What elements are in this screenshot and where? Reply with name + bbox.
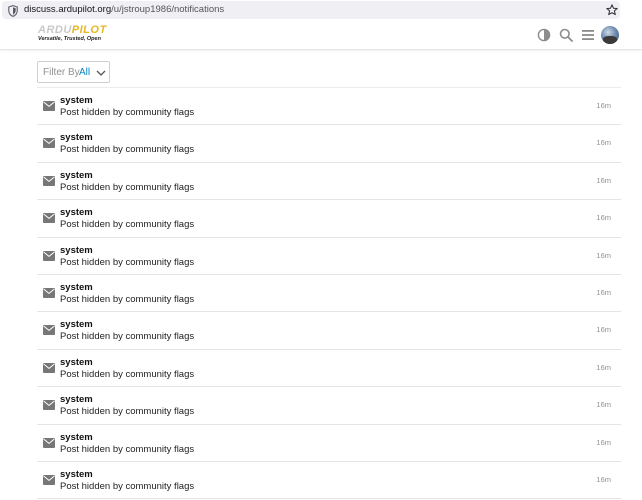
site-header: ARDUPILOT Versatile, Trusted, Open [0,21,642,50]
envelope-icon [43,325,55,336]
notification-time: 16m [596,138,611,148]
notification-time: 16m [596,213,611,223]
notification-user: system [60,356,93,368]
url-domain: discuss.ardupilot.org [24,4,112,15]
notification-text: Post hidden by community flags [60,480,195,492]
notification-user: system [60,95,93,106]
notification-user: system [60,319,93,331]
notification-item[interactable]: system Post hidden by community flags 16… [37,238,621,275]
notification-time: 16m [596,287,611,297]
notification-time: 16m [596,362,611,372]
notification-time: 16m [596,474,611,484]
notification-time: 16m [596,175,611,185]
chevron-down-icon [96,70,106,76]
envelope-icon [43,138,55,149]
envelope-icon [43,437,55,448]
notification-user: system [60,169,93,181]
notification-text: Post hidden by community flags [60,107,195,118]
url-path: /u/jstroup1986/notifications [111,4,225,15]
url-text[interactable]: discuss.ardupilot.org/u/jstroup1986/noti… [24,4,224,16]
ardupilot-logo[interactable]: ARDUPILOT Versatile, Trusted, Open [38,24,106,46]
envelope-icon [43,213,55,224]
notification-time: 16m [596,437,611,447]
notification-item[interactable]: system Post hidden by community flags 16… [37,350,621,388]
notification-user: system [60,394,93,406]
notification-time: 16m [596,400,611,410]
envelope-icon [43,362,55,373]
notification-item[interactable]: system Post hidden by community flags 16… [37,275,621,313]
user-avatar[interactable] [601,26,619,44]
search-icon[interactable] [559,28,573,42]
notification-time: 16m [596,325,611,335]
theme-toggle-icon[interactable] [537,28,551,42]
notification-time: 16m [596,250,611,260]
envelope-icon [43,175,55,186]
notification-text: Post hidden by community flags [60,256,195,268]
hamburger-menu-icon[interactable] [581,28,595,42]
filter-label: Filter By [43,67,80,78]
logo-tagline: Versatile, Trusted, Open [38,36,101,42]
address-field[interactable]: discuss.ardupilot.org/u/jstroup1986/noti… [2,1,620,19]
filter-dropdown[interactable]: Filter By All [37,61,110,83]
notification-item[interactable]: system Post hidden by community flags 16… [37,387,621,425]
bookmark-star-icon[interactable] [606,4,618,16]
envelope-icon [43,101,55,111]
browser-url-bar: discuss.ardupilot.org/u/jstroup1986/noti… [0,0,642,21]
notification-text: Post hidden by community flags [60,144,195,156]
notification-item[interactable]: system Post hidden by community flags 16… [37,462,621,500]
envelope-icon [43,400,55,411]
notifications-list: system Post hidden by community flags 16… [37,87,621,500]
notification-user: system [60,244,93,256]
notification-user: system [60,431,93,443]
notification-time: 16m [596,101,611,110]
notification-item[interactable]: system Post hidden by community flags 16… [37,312,621,350]
notification-item[interactable]: system Post hidden by community flags 16… [37,88,621,126]
notification-text: Post hidden by community flags [60,443,195,455]
notification-item[interactable]: system Post hidden by community flags 16… [37,200,621,238]
notification-text: Post hidden by community flags [60,181,195,193]
notification-user: system [60,207,93,219]
notification-text: Post hidden by community flags [60,331,195,343]
envelope-icon [43,474,55,485]
notification-user: system [60,281,93,293]
notification-item[interactable]: system Post hidden by community flags 16… [37,425,621,462]
envelope-icon [43,250,55,261]
notification-item[interactable]: system Post hidden by community flags 16… [37,163,621,201]
notification-user: system [60,132,93,144]
notification-item[interactable]: system Post hidden by community flags 16… [37,125,621,163]
notification-text: Post hidden by community flags [60,406,195,418]
shield-icon[interactable] [8,5,18,17]
notification-text: Post hidden by community flags [60,293,195,305]
notification-text: Post hidden by community flags [60,219,195,231]
notification-text: Post hidden by community flags [60,368,195,380]
notification-user: system [60,468,93,480]
filter-value: All [79,67,91,78]
logo-wordmark: ARDUPILOT [38,24,107,36]
envelope-icon [43,287,55,298]
